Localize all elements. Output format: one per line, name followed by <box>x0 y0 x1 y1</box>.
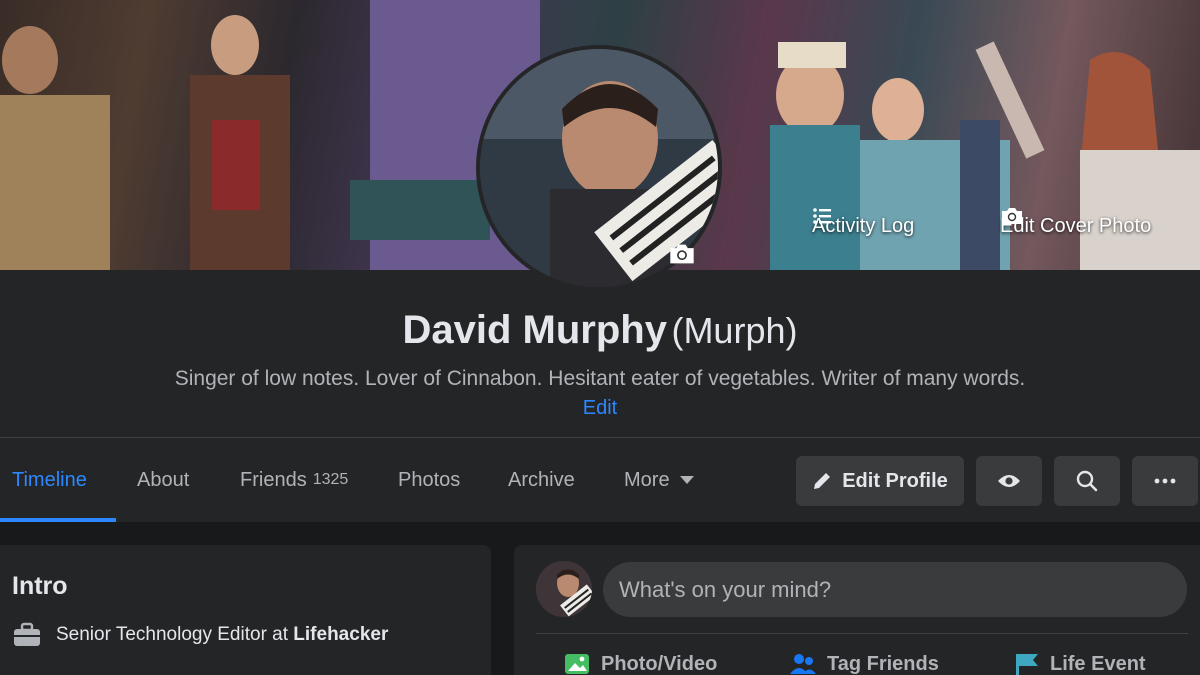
friends-count: 1325 <box>312 471 349 488</box>
intro-card <box>0 545 491 675</box>
intro-work-place[interactable]: Lifehacker <box>293 624 388 645</box>
search-profile-button[interactable] <box>1054 456 1120 506</box>
list-icon <box>813 208 831 224</box>
active-tab-indicator <box>0 518 116 522</box>
profile-name: David Murphy <box>402 308 667 352</box>
caret-down-icon <box>679 476 694 484</box>
tab-photos[interactable]: Photos <box>398 438 460 522</box>
profile-name-row: David Murphy (Murph) <box>0 308 1200 353</box>
tab-more[interactable]: More <box>624 438 694 522</box>
tab-timeline[interactable]: Timeline <box>12 438 87 522</box>
intro-title: Intro <box>12 572 68 600</box>
tab-label: Photos <box>398 468 461 491</box>
flag-icon <box>1016 654 1038 675</box>
photo-video-button[interactable]: Photo/Video <box>563 652 717 675</box>
tab-archive[interactable]: Archive <box>508 438 575 522</box>
life-event-button[interactable]: Life Event <box>1012 652 1146 675</box>
eye-icon <box>998 475 1020 487</box>
composer-divider <box>536 633 1188 634</box>
photo-icon <box>565 654 589 674</box>
life-event-label: Life Event <box>1050 652 1146 675</box>
update-profile-picture-button[interactable] <box>660 232 704 276</box>
view-as-button[interactable] <box>976 456 1042 506</box>
tab-about[interactable]: About <box>137 438 189 522</box>
edit-bio-link[interactable]: Edit <box>0 397 1200 420</box>
tab-label: More <box>624 468 670 491</box>
edit-profile-button[interactable]: Edit Profile <box>796 456 964 506</box>
intro-work-role: Senior Technology Editor at <box>56 624 294 645</box>
briefcase-icon <box>14 622 40 646</box>
tag-friends-label: Tag Friends <box>827 652 939 675</box>
edit-profile-label: Edit Profile <box>842 469 948 492</box>
camera-icon <box>670 244 694 264</box>
search-icon <box>1076 470 1098 492</box>
pencil-icon <box>814 473 831 489</box>
photo-video-label: Photo/Video <box>601 652 718 675</box>
more-options-button[interactable] <box>1132 456 1198 506</box>
tab-friends[interactable]: Friends 1325 <box>240 438 348 522</box>
edit-cover-photo-button[interactable]: Edit Cover Photo <box>1000 206 1151 246</box>
composer-avatar-image <box>536 561 592 617</box>
whats-on-your-mind-input[interactable]: What's on your mind? <box>603 562 1187 617</box>
intro-work-item: Senior Technology Editor at Lifehacker <box>12 622 388 648</box>
tab-label: Archive <box>508 468 575 491</box>
ellipsis-icon <box>1154 478 1176 484</box>
tab-label: Friends <box>240 468 307 491</box>
camera-icon <box>1002 208 1022 224</box>
tag-friends-icon <box>790 654 816 674</box>
profile-nickname: (Murph) <box>671 310 798 351</box>
tag-friends-button[interactable]: Tag Friends <box>789 652 939 675</box>
tab-label: Timeline <box>12 468 87 491</box>
composer-avatar[interactable] <box>536 561 592 617</box>
tab-label: About <box>137 468 190 491</box>
profile-bio: Singer of low notes. Lover of Cinnabon. … <box>174 367 1026 390</box>
activity-log-button[interactable]: Activity Log <box>812 206 914 246</box>
